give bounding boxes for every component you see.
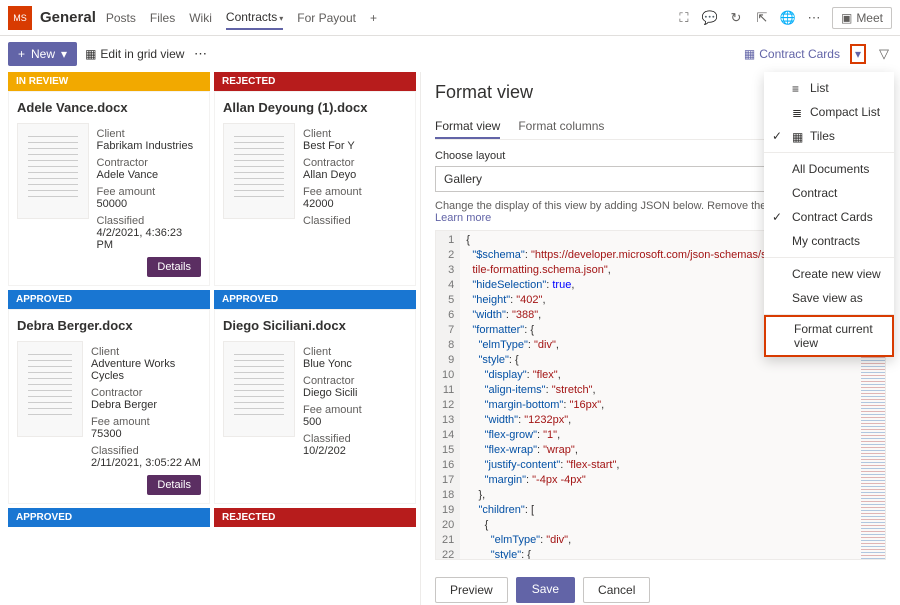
doc-thumbnail: [17, 123, 89, 219]
gallery-view: IN REVIEW REJECTED Adele Vance.docx Clie…: [0, 72, 420, 605]
layout-compact-list[interactable]: ≣Compact List: [764, 100, 894, 124]
view-my-contracts[interactable]: My contracts: [764, 229, 894, 253]
channel-tabs: Posts Files Wiki Contracts▾ For Payout +: [106, 6, 377, 30]
details-button[interactable]: Details: [147, 475, 201, 495]
view-dropdown-chevron[interactable]: ▾: [850, 44, 866, 64]
doc-thumbnail: [223, 341, 295, 437]
cancel-button[interactable]: Cancel: [583, 577, 650, 603]
save-view-as[interactable]: Save view as: [764, 286, 894, 310]
status-approved: APPROVED: [8, 290, 210, 309]
view-all-documents[interactable]: All Documents: [764, 157, 894, 181]
tab-format-view[interactable]: Format view: [435, 115, 500, 139]
filter-icon[interactable]: ▽: [876, 46, 892, 62]
doc-thumbnail: [17, 341, 83, 437]
more-icon[interactable]: ⋯: [806, 10, 822, 26]
status-rejected: REJECTED: [214, 508, 416, 527]
expand-icon[interactable]: ⛶: [676, 10, 692, 26]
contract-card[interactable]: Allan Deyoung (1).docx ClientBest For Y …: [214, 91, 416, 286]
contract-card[interactable]: Diego Siciliani.docx ClientBlue Yonc Con…: [214, 309, 416, 504]
grid-icon: ▦: [85, 47, 96, 61]
status-rejected: REJECTED: [214, 72, 416, 91]
tiles-icon: ▦: [792, 130, 804, 142]
line-gutter: 1234567891011121314151617181920212223242…: [436, 231, 460, 559]
create-new-view[interactable]: Create new view: [764, 262, 894, 286]
list-toolbar: + New ▾ ▦Edit in grid view ⋯ ▦Contract C…: [0, 36, 900, 72]
top-right-actions: ⛶ 💬 ↻ ⇱ 🌐 ⋯ ▣Meet: [676, 7, 892, 29]
tab-for-payout[interactable]: For Payout: [297, 7, 356, 29]
chat-icon[interactable]: 💬: [702, 10, 718, 26]
edit-in-grid-button[interactable]: ▦Edit in grid view: [85, 47, 184, 61]
contract-card[interactable]: Debra Berger.docx ClientAdventure Works …: [8, 309, 210, 504]
save-button[interactable]: Save: [516, 577, 575, 603]
code-content: { "$schema": "https://developer.microsof…: [460, 231, 787, 559]
channel-name: General: [40, 9, 96, 26]
details-button[interactable]: Details: [147, 257, 201, 277]
tab-wiki[interactable]: Wiki: [189, 7, 212, 29]
refresh-icon[interactable]: ↻: [728, 10, 744, 26]
tab-contracts[interactable]: Contracts▾: [226, 6, 283, 30]
meet-button[interactable]: ▣Meet: [832, 7, 892, 29]
card-title: Debra Berger.docx: [17, 318, 201, 333]
chevron-down-icon: ▾: [279, 14, 283, 23]
open-icon[interactable]: ⇱: [754, 10, 770, 26]
tab-files[interactable]: Files: [150, 7, 175, 29]
doc-thumbnail: [223, 123, 295, 219]
tab-posts[interactable]: Posts: [106, 7, 136, 29]
top-bar: MS General Posts Files Wiki Contracts▾ F…: [0, 0, 900, 36]
tab-format-columns[interactable]: Format columns: [518, 115, 604, 139]
status-approved: APPROVED: [214, 290, 416, 309]
camera-icon: ▣: [841, 11, 852, 25]
view-dropdown-menu: ≡List ≣Compact List ▦Tiles All Documents…: [764, 72, 894, 357]
card-title: Diego Siciliani.docx: [223, 318, 407, 333]
contract-card[interactable]: Adele Vance.docx ClientFabrikam Industri…: [8, 91, 210, 286]
tiles-icon: ▦: [744, 47, 755, 61]
new-button[interactable]: + New ▾: [8, 42, 77, 66]
preview-button[interactable]: Preview: [435, 577, 508, 603]
view-switcher[interactable]: ▦Contract Cards: [740, 45, 844, 63]
app-tile: MS: [8, 6, 32, 30]
more-toolbar-icon[interactable]: ⋯: [192, 46, 208, 62]
globe-icon[interactable]: 🌐: [780, 10, 796, 26]
layout-list[interactable]: ≡List: [764, 76, 894, 100]
chevron-down-icon: ▾: [61, 47, 67, 61]
format-current-view[interactable]: Format current view: [766, 317, 892, 355]
status-in-review: IN REVIEW: [8, 72, 210, 91]
view-contract-cards[interactable]: Contract Cards: [764, 205, 894, 229]
card-title: Allan Deyoung (1).docx: [223, 100, 407, 115]
layout-tiles[interactable]: ▦Tiles: [764, 124, 894, 148]
list-icon: ≡: [792, 82, 804, 94]
view-contract[interactable]: Contract: [764, 181, 894, 205]
card-title: Adele Vance.docx: [17, 100, 201, 115]
compact-list-icon: ≣: [792, 106, 804, 118]
add-tab-button[interactable]: +: [370, 7, 377, 29]
learn-more-link[interactable]: Learn more: [435, 212, 491, 224]
status-approved: APPROVED: [8, 508, 210, 527]
